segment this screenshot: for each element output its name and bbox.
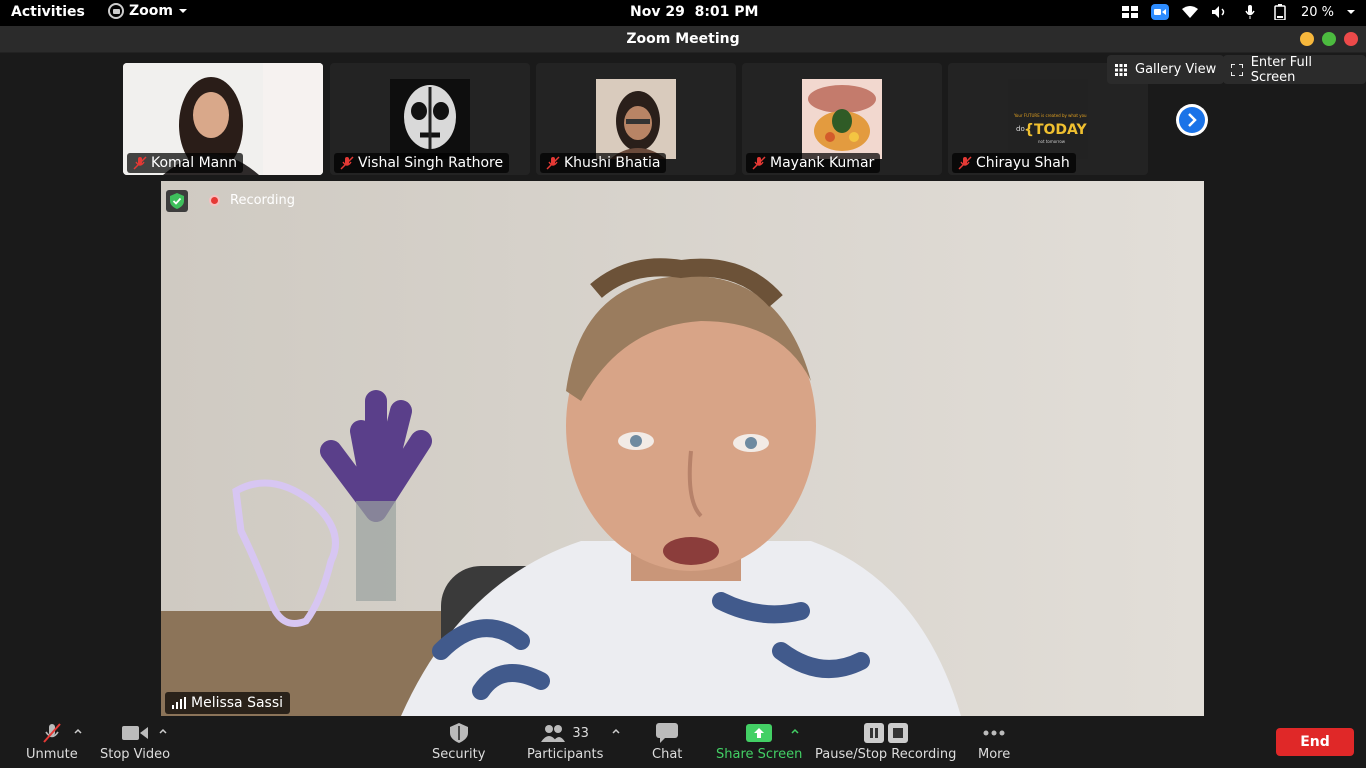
shield-icon (449, 722, 468, 744)
maximize-button[interactable] (1322, 32, 1336, 46)
participant-name: Khushi Bhatia (564, 155, 661, 171)
security-button[interactable]: Security (432, 722, 485, 762)
participant-name: Komal Mann (151, 155, 238, 171)
close-window-button[interactable] (1344, 32, 1358, 46)
participant-tile[interactable]: Mayank Kumar (742, 63, 942, 175)
shield-check-icon (170, 193, 184, 209)
grid-icon (1115, 63, 1127, 76)
zoom-app-icon (108, 3, 124, 19)
avatar-today-text: {TODAY} (1024, 122, 1088, 138)
volume-icon (1211, 3, 1229, 21)
share-screen-label: Share Screen (716, 747, 803, 762)
clock[interactable]: Nov 29 8:01 PM (630, 4, 758, 20)
participant-avatar (802, 79, 882, 159)
participant-name-tag: Khushi Bhatia (540, 153, 667, 173)
chat-button[interactable]: Chat (652, 722, 682, 762)
more-label: More (978, 747, 1011, 762)
unmute-button[interactable]: Unmute (26, 722, 78, 762)
system-tray[interactable]: 20 % (1121, 3, 1356, 21)
video-camera-icon (122, 722, 149, 744)
participant-name-tag: Komal Mann (127, 153, 244, 173)
full-screen-button[interactable]: Enter Full Screen (1223, 54, 1366, 85)
participants-label: Participants (527, 747, 604, 762)
participants-icon: 33 (541, 722, 589, 744)
meeting-control-bar: Unmute Stop Video Security 33 Participan… (0, 716, 1366, 768)
speaker-video-frame (161, 181, 1204, 716)
recording-control-label: Pause/Stop Recording (815, 747, 957, 762)
full-screen-label: Enter Full Screen (1250, 54, 1312, 85)
participants-caret-icon[interactable] (611, 726, 621, 736)
gallery-view-button[interactable]: Gallery View (1107, 55, 1225, 84)
pause-stop-recording-button[interactable]: Pause/Stop Recording (815, 722, 956, 762)
speaker-name-tag: Melissa Sassi (165, 692, 291, 714)
share-options-caret-icon[interactable] (790, 726, 800, 736)
chat-bubble-icon (656, 722, 679, 744)
app-menu[interactable]: Zoom (108, 3, 188, 19)
signal-strength-icon (172, 697, 186, 709)
microphone-icon (1241, 3, 1259, 21)
participants-button[interactable]: 33 Participants (527, 722, 603, 762)
security-label: Security (432, 747, 486, 762)
expand-icon (1231, 63, 1243, 76)
window-title-bar[interactable]: Zoom Meeting (0, 26, 1366, 53)
participants-count: 33 (572, 725, 589, 741)
muted-mic-icon (546, 156, 560, 170)
window-controls (1300, 32, 1358, 46)
participant-name-tag: Vishal Singh Rathore (334, 153, 510, 173)
muted-mic-icon (340, 156, 354, 170)
window-title: Zoom Meeting (626, 31, 740, 47)
recording-dot-icon (209, 195, 220, 206)
clock-time: 8:01 PM (694, 4, 759, 20)
avatar-tomorrow-text: not tomorrow (1038, 139, 1066, 144)
active-speaker-video[interactable]: Recording Melissa Sassi (161, 181, 1204, 716)
muted-mic-icon (958, 156, 972, 170)
unmute-label: Unmute (26, 747, 78, 762)
participant-tile[interactable]: Khushi Bhatia (536, 63, 736, 175)
app-menu-label: Zoom (129, 3, 173, 19)
participant-name: Chirayu Shah (976, 155, 1070, 171)
window-layout-icon[interactable] (1121, 3, 1139, 21)
participant-name: Vishal Singh Rathore (358, 155, 504, 171)
participant-name: Mayank Kumar (770, 155, 875, 171)
participant-avatar (596, 79, 676, 159)
pause-stop-icon (863, 722, 908, 744)
muted-mic-icon (41, 722, 63, 744)
stop-video-label: Stop Video (100, 747, 171, 762)
chevron-down-icon[interactable] (1346, 8, 1356, 16)
participant-avatar (390, 79, 470, 159)
participant-avatar: Your FUTURE is created by what you do {T… (1008, 79, 1088, 159)
security-shield-badge[interactable] (166, 190, 188, 212)
zoom-tray-icon[interactable] (1150, 4, 1169, 20)
participant-tile[interactable]: Vishal Singh Rathore (330, 63, 530, 175)
battery-icon (1271, 3, 1289, 21)
more-button[interactable]: More (978, 722, 1010, 762)
share-screen-icon (746, 722, 773, 744)
activities-button[interactable]: Activities (11, 4, 85, 20)
chevron-right-icon (1179, 107, 1205, 133)
avatar-small-text: Your FUTURE is created by what you (1013, 113, 1087, 118)
chat-label: Chat (652, 747, 683, 762)
recording-indicator: Recording (209, 193, 295, 208)
muted-mic-icon (133, 156, 147, 170)
participant-tile[interactable]: Komal Mann (123, 63, 323, 175)
participant-name-tag: Chirayu Shah (952, 153, 1076, 173)
audio-options-caret-icon[interactable] (73, 726, 83, 736)
gallery-view-label: Gallery View (1135, 62, 1217, 77)
meeting-area: Komal Mann Vishal Singh Rathore Khushi B… (0, 53, 1366, 716)
clock-date: Nov 29 (630, 4, 685, 20)
battery-percent: 20 % (1300, 4, 1334, 20)
minimize-button[interactable] (1300, 32, 1314, 46)
participant-name-tag: Mayank Kumar (746, 153, 881, 173)
more-dots-icon (983, 722, 1005, 744)
speaker-name: Melissa Sassi (191, 695, 284, 711)
next-page-button[interactable] (1176, 104, 1208, 136)
video-options-caret-icon[interactable] (158, 726, 168, 736)
end-label: End (1300, 734, 1330, 750)
recording-label: Recording (230, 193, 296, 208)
wifi-icon (1181, 3, 1199, 21)
muted-mic-icon (752, 156, 766, 170)
end-meeting-button[interactable]: End (1276, 728, 1354, 756)
system-top-bar: Activities Zoom Nov 29 8:01 PM 20 % (0, 0, 1366, 26)
chevron-down-icon (178, 9, 187, 13)
